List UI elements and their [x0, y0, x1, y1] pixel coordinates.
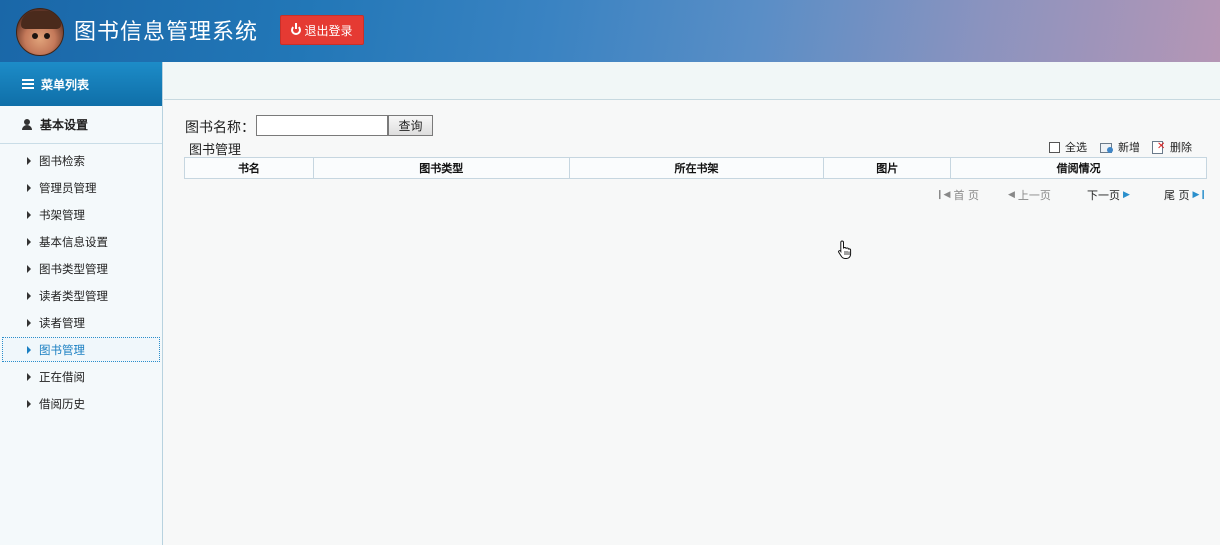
sidebar-item-book-search[interactable]: 图书检索: [2, 148, 160, 173]
first-page-icon: ❙◀: [936, 190, 951, 200]
add-label: 新增: [1118, 141, 1140, 154]
sidebar: 菜单列表 基本设置 图书检索 管理员管理 书架管理 基本信息设置 图书类型管理 …: [0, 62, 163, 545]
power-icon: [291, 23, 302, 35]
sidebar-item-label: 书架管理: [39, 207, 85, 222]
prev-page-icon: ◀: [1008, 190, 1015, 200]
sidebar-item-reader-type[interactable]: 读者类型管理: [2, 283, 160, 308]
sidebar-item-label: 图书类型管理: [39, 261, 108, 276]
column-header-title[interactable]: 书名: [184, 157, 314, 179]
select-all-label: 全选: [1065, 141, 1087, 154]
book-name-input[interactable]: [256, 115, 388, 136]
column-header-shelf[interactable]: 所在书架: [568, 157, 825, 179]
add-icon: [1100, 142, 1113, 153]
sidebar-item-label: 借阅历史: [39, 396, 85, 411]
sidebar-item-basic-info[interactable]: 基本信息设置: [2, 229, 160, 254]
caret-right-icon: [27, 291, 31, 300]
section-basic-settings[interactable]: 基本设置: [0, 106, 162, 144]
caret-right-icon: [27, 318, 31, 327]
app-title: 图书信息管理系统: [74, 20, 259, 45]
caret-right-icon: [27, 264, 31, 273]
column-header-type[interactable]: 图书类型: [312, 157, 570, 179]
delete-button[interactable]: 删除: [1152, 139, 1192, 155]
delete-icon: [1152, 141, 1165, 154]
caret-right-icon: [27, 345, 31, 354]
section-title: 图书管理: [189, 143, 242, 158]
search-button[interactable]: 查询: [388, 115, 433, 136]
next-page-button[interactable]: 下一页 ▶: [1087, 187, 1130, 203]
section-label: 基本设置: [40, 118, 89, 132]
column-header-image[interactable]: 图片: [823, 157, 952, 179]
sidebar-item-label: 读者类型管理: [39, 288, 108, 303]
next-page-icon: ▶: [1123, 190, 1130, 200]
select-all-button[interactable]: 全选: [1049, 139, 1087, 155]
sidebar-item-reader-management[interactable]: 读者管理: [2, 310, 160, 335]
sidebar-item-borrowing[interactable]: 正在借阅: [2, 364, 160, 389]
book-table: 书名 图书类型 所在书架 图片 借阅情况: [184, 157, 1207, 179]
logout-button[interactable]: 退出登录: [280, 15, 364, 45]
first-page-label: 首 页: [953, 189, 979, 202]
add-button[interactable]: 新增: [1100, 139, 1140, 155]
last-page-icon: ▶❙: [1192, 190, 1207, 200]
logout-label: 退出登录: [304, 23, 353, 38]
prev-page-button[interactable]: ◀ 上一页: [1008, 187, 1051, 203]
first-page-button[interactable]: ❙◀ 首 页: [936, 187, 979, 203]
app-header: 图书信息管理系统 退出登录: [0, 0, 1220, 62]
list-icon: [22, 79, 34, 89]
sidebar-item-shelf-management[interactable]: 书架管理: [2, 202, 160, 227]
sidebar-item-label: 基本信息设置: [39, 234, 108, 249]
content-topbar: [164, 62, 1220, 100]
search-label: 图书名称：: [185, 120, 255, 136]
caret-right-icon: [27, 183, 31, 192]
caret-right-icon: [27, 237, 31, 246]
sidebar-item-borrow-history[interactable]: 借阅历史: [2, 391, 160, 416]
sidebar-item-label: 正在借阅: [39, 369, 85, 384]
last-page-button[interactable]: 尾 页 ▶❙: [1164, 187, 1207, 203]
sidebar-item-book-management[interactable]: 图书管理: [2, 337, 160, 362]
sidebar-item-book-type[interactable]: 图书类型管理: [2, 256, 160, 281]
sidebar-item-label: 管理员管理: [39, 180, 97, 195]
hand-cursor-icon: [838, 240, 852, 259]
caret-right-icon: [27, 210, 31, 219]
sidebar-item-label: 图书管理: [39, 342, 85, 357]
caret-right-icon: [27, 372, 31, 381]
nav-list: 图书检索 管理员管理 书架管理 基本信息设置 图书类型管理 读者类型管理 读者管…: [0, 144, 162, 416]
avatar: [16, 8, 64, 56]
column-header-borrow-status[interactable]: 借阅情况: [950, 157, 1207, 179]
menu-title: 菜单列表: [41, 77, 90, 92]
last-page-label: 尾 页: [1164, 189, 1190, 202]
checkbox-icon: [1049, 141, 1060, 153]
caret-right-icon: [27, 156, 31, 165]
caret-right-icon: [27, 399, 31, 408]
sidebar-item-label: 图书检索: [39, 153, 85, 168]
user-icon: [22, 119, 32, 130]
next-page-label: 下一页: [1087, 189, 1120, 202]
sidebar-item-label: 读者管理: [39, 315, 85, 330]
table-header-row: 书名 图书类型 所在书架 图片 借阅情况: [184, 157, 1207, 179]
prev-page-label: 上一页: [1017, 189, 1051, 202]
menu-header: 菜单列表: [0, 62, 162, 106]
sidebar-item-admin-management[interactable]: 管理员管理: [2, 175, 160, 200]
delete-label: 删除: [1170, 141, 1192, 154]
